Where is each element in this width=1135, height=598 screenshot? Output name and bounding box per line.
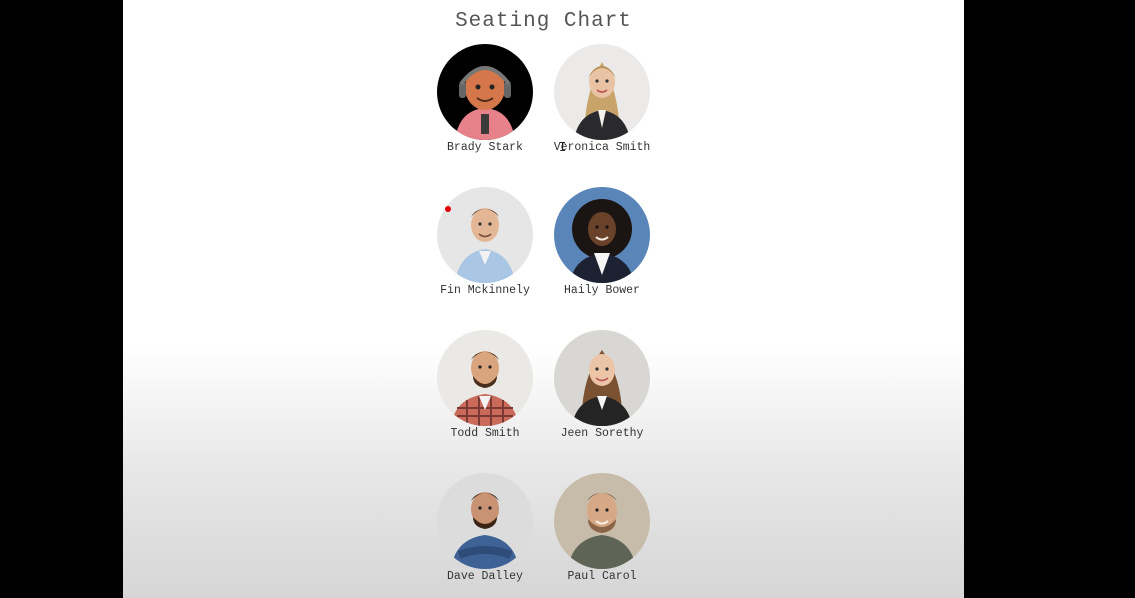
avatar[interactable]: [437, 187, 533, 283]
avatar[interactable]: [554, 187, 650, 283]
seat-name: Paul Carol: [567, 570, 637, 583]
seat-card[interactable]: Jeen Sorethy: [532, 330, 672, 455]
avatar[interactable]: [437, 473, 533, 569]
avatar[interactable]: [437, 330, 533, 426]
seating-chart-page: Seating Chart Brady Stark Veronica Smith…: [123, 0, 964, 598]
avatar[interactable]: [554, 473, 650, 569]
seat-card[interactable]: Veronica Smith: [532, 44, 672, 169]
seat-name: Veronica Smith: [553, 141, 651, 154]
seat-name: Jeen Sorethy: [560, 427, 644, 440]
avatar[interactable]: [437, 44, 533, 140]
avatar[interactable]: [554, 330, 650, 426]
marker-dot: [445, 206, 451, 212]
avatar[interactable]: [554, 44, 650, 140]
page-title: Seating Chart: [455, 10, 632, 33]
text-cursor-icon: I: [559, 140, 567, 154]
seat-card[interactable]: Haily Bower: [532, 187, 672, 312]
seat-card[interactable]: Paul Carol: [532, 473, 672, 598]
seat-name: Haily Bower: [564, 284, 640, 297]
